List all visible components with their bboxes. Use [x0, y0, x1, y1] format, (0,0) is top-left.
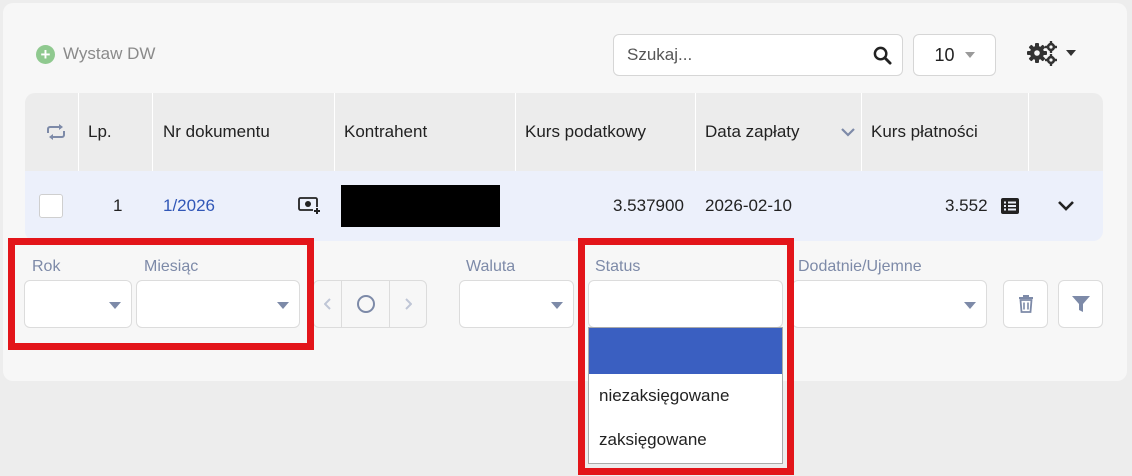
- add-dw-button[interactable]: + Wystaw DW: [36, 44, 155, 64]
- search-input[interactable]: [627, 45, 847, 65]
- redacted-kontrahent: [341, 185, 500, 227]
- header-lp[interactable]: Lp.: [88, 93, 112, 171]
- current-month-button[interactable]: [342, 281, 390, 327]
- cell-kurs-platnosci: 3.552: [945, 196, 988, 215]
- trash-icon: [1018, 295, 1033, 313]
- cell-kurs-podatkowy: 3.537900: [613, 196, 684, 215]
- chevron-down-icon: [551, 302, 563, 309]
- prev-month-button[interactable]: [314, 281, 342, 327]
- page-size-select[interactable]: 10: [913, 34, 996, 76]
- cell-nr-dokumentu-link[interactable]: 1/2026: [163, 171, 215, 241]
- settings-menu-button[interactable]: [1026, 40, 1076, 66]
- page-size-value: 10: [934, 44, 955, 65]
- waluta-select[interactable]: [459, 280, 574, 328]
- chevron-down-icon: [964, 52, 975, 58]
- sort-chevron-icon[interactable]: [841, 93, 855, 171]
- add-dw-label: Wystaw DW: [63, 44, 156, 63]
- header-data-zaplaty[interactable]: Data zapłaty: [705, 93, 800, 171]
- chevron-down-icon: [1066, 50, 1076, 56]
- refresh-icon[interactable]: [45, 93, 67, 171]
- apply-filter-button[interactable]: [1058, 280, 1103, 328]
- money-icon[interactable]: [298, 171, 322, 241]
- month-pager: [313, 280, 427, 328]
- expand-row-chevron-icon[interactable]: [1057, 171, 1075, 241]
- clear-filters-button[interactable]: [1003, 280, 1048, 328]
- filter-icon: [1071, 296, 1090, 312]
- header-kontrahent[interactable]: Kontrahent: [344, 93, 427, 171]
- list-details-icon[interactable]: [1001, 171, 1019, 241]
- plus-circle-icon: +: [36, 44, 55, 64]
- row-checkbox[interactable]: [39, 194, 63, 218]
- search-icon[interactable]: [873, 46, 892, 65]
- header-kurs-platnosci[interactable]: Kurs płatności: [871, 93, 978, 171]
- highlight-box-status: [578, 238, 794, 475]
- table-header: Lp. Nr dokumentu Kontrahent Kurs podatko…: [25, 93, 1103, 171]
- cell-data-zaplaty: 2026-02-10: [705, 196, 792, 215]
- table-row[interactable]: 1 1/2026 3.537900 2026-02-10 3.552: [25, 171, 1103, 241]
- waluta-label: Waluta: [466, 258, 516, 275]
- search-box[interactable]: [613, 34, 903, 76]
- cell-lp: 1: [113, 196, 123, 215]
- highlight-box-rok-miesiac: [8, 238, 314, 350]
- dodatnie-ujemne-select[interactable]: [792, 280, 987, 328]
- header-nr-dokumentu[interactable]: Nr dokumentu: [163, 93, 270, 171]
- header-kurs-podatkowy[interactable]: Kurs podatkowy: [525, 93, 646, 171]
- gears-icon: [1027, 41, 1057, 66]
- next-month-button[interactable]: [390, 281, 426, 327]
- chevron-down-icon: [964, 302, 976, 309]
- dodatnie-ujemne-label: Dodatnie/Ujemne: [798, 258, 922, 275]
